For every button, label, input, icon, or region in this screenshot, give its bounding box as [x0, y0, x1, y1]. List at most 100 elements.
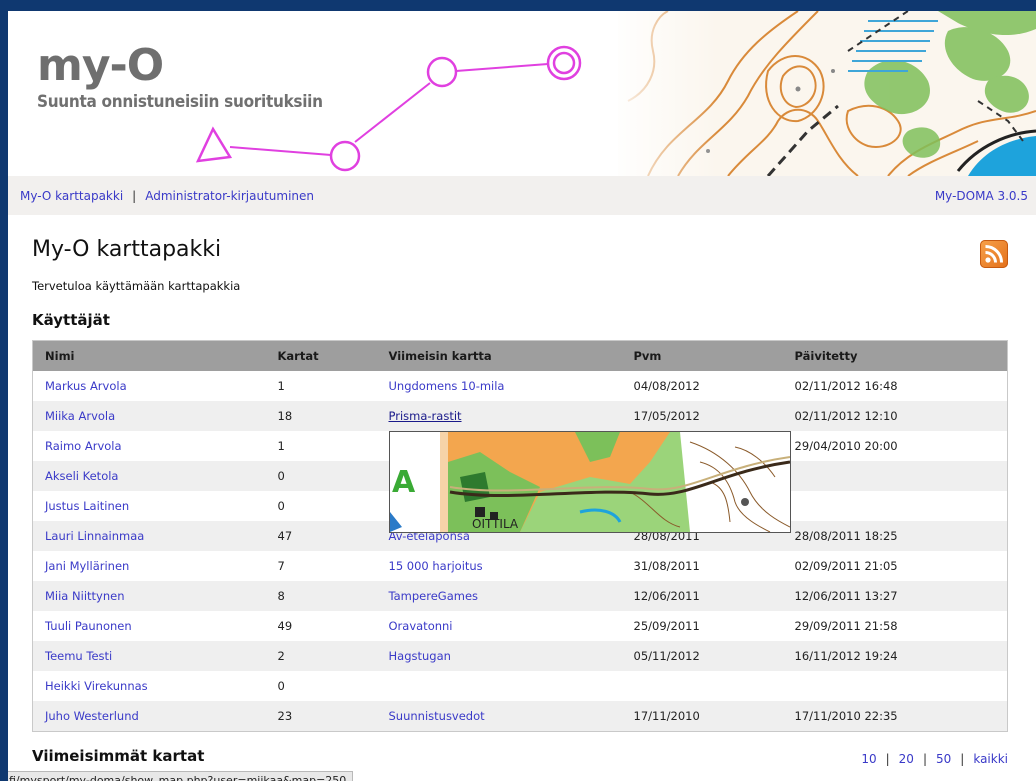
page-size-20[interactable]: 20 [899, 752, 914, 766]
pager-separator: | [922, 752, 927, 766]
user-name-cell: Miia Niittynen [32, 581, 266, 611]
page: my-O Suunta onnistuneisiin suorituksiin … [8, 11, 1036, 781]
updated-timestamp: 16/11/2012 19:24 [782, 641, 1008, 671]
latest-map-link[interactable]: Oravatonni [389, 619, 453, 633]
pager-separator: | [885, 752, 890, 766]
latest-map-link[interactable]: Hagstugan [389, 649, 451, 663]
user-name-cell: Juho Westerlund [32, 701, 266, 732]
latest-map-link[interactable]: Suunnistusvedot [389, 709, 485, 723]
table-row: Miika Arvola 18 Prisma-rastit 17/05/2012… [32, 401, 1008, 431]
latest-map-link[interactable]: Prisma-rastit [389, 409, 462, 423]
nav-links: My-O karttapakki | Administrator-kirjautum… [20, 189, 314, 203]
map-date: 12/06/2011 [621, 581, 783, 611]
pager-separator: | [960, 752, 965, 766]
updated-timestamp [782, 491, 1008, 521]
column-header-updated[interactable]: Päivitetty [782, 340, 1008, 371]
user-name-link[interactable]: Lauri Linnainmaa [45, 529, 144, 543]
column-header-date[interactable]: Pvm [621, 340, 783, 371]
table-row: Heikki Virekunnas 0 [32, 671, 1008, 701]
updated-timestamp: 02/11/2012 12:10 [782, 401, 1008, 431]
table-row: Tuuli Paunonen 49 Oravatonni 25/09/2011 … [32, 611, 1008, 641]
user-name-cell: Justus Laitinen [32, 491, 266, 521]
map-count: 1 [265, 371, 377, 401]
table-row: Jani Myllärinen 7 15 000 harjoitus 31/08… [32, 551, 1008, 581]
updated-timestamp: 02/09/2011 21:05 [782, 551, 1008, 581]
latest-map-cell [376, 671, 622, 701]
map-date: 17/11/2010 [621, 701, 783, 732]
user-name-cell: Heikki Virekunnas [32, 671, 266, 701]
user-name-link[interactable]: Justus Laitinen [45, 499, 129, 513]
latest-map-cell: 15 000 harjoitus [376, 551, 622, 581]
map-count: 8 [265, 581, 377, 611]
updated-timestamp: 29/09/2011 21:58 [782, 611, 1008, 641]
map-count: 2 [265, 641, 377, 671]
page-size-all[interactable]: kaikki [973, 752, 1008, 766]
user-name-cell: Tuuli Paunonen [32, 611, 266, 641]
map-preview-thumbnail[interactable]: A OITTILA [389, 431, 791, 533]
page-size-50[interactable]: 50 [936, 752, 951, 766]
welcome-text: Tervetuloa käyttämään karttapakkia [32, 279, 241, 293]
updated-timestamp: 17/11/2010 22:35 [782, 701, 1008, 732]
users-heading: Käyttäjät [32, 311, 110, 329]
page-title: My-O karttapakki [32, 237, 222, 262]
user-name-link[interactable]: Markus Arvola [45, 379, 127, 393]
user-name-link[interactable]: Jani Myllärinen [45, 559, 129, 573]
updated-timestamp: 28/08/2011 18:25 [782, 521, 1008, 551]
column-header-latest-map[interactable]: Viimeisin kartta [376, 340, 622, 371]
site-logo: my-O [37, 40, 164, 91]
top-navigation: My-O karttapakki | Administrator-kirjautum… [8, 176, 1036, 215]
map-date: 05/11/2012 [621, 641, 783, 671]
users-table-header-row: Nimi Kartat Viimeisin kartta Pvm Päivite… [32, 340, 1008, 371]
nav-link-admin-login[interactable]: Administrator-kirjautuminen [145, 189, 314, 203]
map-count: 18 [265, 401, 377, 431]
user-name-link[interactable]: Miika Arvola [45, 409, 115, 423]
map-date: 25/09/2011 [621, 611, 783, 641]
version-link[interactable]: My-DOMA 3.0.5 [935, 189, 1028, 203]
map-date: 17/05/2012 [621, 401, 783, 431]
user-name-cell: Jani Myllärinen [32, 551, 266, 581]
latest-map-cell: Prisma-rastit [376, 401, 622, 431]
latest-map-link[interactable]: Ungdomens 10-mila [389, 379, 505, 393]
map-date: 04/08/2012 [621, 371, 783, 401]
latest-map-cell: Ungdomens 10-mila [376, 371, 622, 401]
user-name-link[interactable]: Heikki Virekunnas [45, 679, 148, 693]
latest-map-link[interactable]: TampereGames [389, 589, 479, 603]
preview-map-label: OITTILA [472, 517, 519, 531]
recent-maps-heading: Viimeisimmät kartat [32, 747, 205, 765]
column-header-maps[interactable]: Kartat [265, 340, 377, 371]
preview-map-letters: A [392, 465, 416, 500]
map-count: 0 [265, 491, 377, 521]
latest-map-cell: Hagstugan [376, 641, 622, 671]
map-count: 0 [265, 671, 377, 701]
nav-link-karttapakki[interactable]: My-O karttapakki [20, 189, 123, 203]
map-count: 23 [265, 701, 377, 732]
user-name-link[interactable]: Teemu Testi [45, 649, 112, 663]
latest-map-cell: Oravatonni [376, 611, 622, 641]
user-name-cell: Akseli Ketola [32, 461, 266, 491]
user-name-link[interactable]: Miia Niittynen [45, 589, 124, 603]
user-name-link[interactable]: Juho Westerlund [45, 709, 139, 723]
rss-feed-icon[interactable] [980, 240, 1008, 268]
map-count: 47 [265, 521, 377, 551]
column-header-name[interactable]: Nimi [32, 340, 266, 371]
user-name-link[interactable]: Tuuli Paunonen [45, 619, 132, 633]
user-name-cell: Lauri Linnainmaa [32, 521, 266, 551]
user-name-link[interactable]: Akseli Ketola [45, 469, 118, 483]
map-count: 0 [265, 461, 377, 491]
user-name-cell: Miika Arvola [32, 401, 266, 431]
table-row: Teemu Testi 2 Hagstugan 05/11/2012 16/11… [32, 641, 1008, 671]
updated-timestamp [782, 671, 1008, 701]
table-row: Markus Arvola 1 Ungdomens 10-mila 04/08/… [32, 371, 1008, 401]
updated-timestamp: 12/06/2011 13:27 [782, 581, 1008, 611]
page-size-10[interactable]: 10 [861, 752, 876, 766]
latest-map-link[interactable]: 15 000 harjoitus [389, 559, 483, 573]
latest-map-cell: TampereGames [376, 581, 622, 611]
map-date: 31/08/2011 [621, 551, 783, 581]
user-name-cell: Teemu Testi [32, 641, 266, 671]
user-name-cell: Raimo Arvola [32, 431, 266, 461]
page-size-selector: 10 | 20 | 50 | kaikki [861, 752, 1008, 766]
updated-timestamp: 29/04/2010 20:00 [782, 431, 1008, 461]
updated-timestamp: 02/11/2012 16:48 [782, 371, 1008, 401]
user-name-link[interactable]: Raimo Arvola [45, 439, 122, 453]
site-tagline: Suunta onnistuneisiin suorituksiin [37, 92, 323, 112]
